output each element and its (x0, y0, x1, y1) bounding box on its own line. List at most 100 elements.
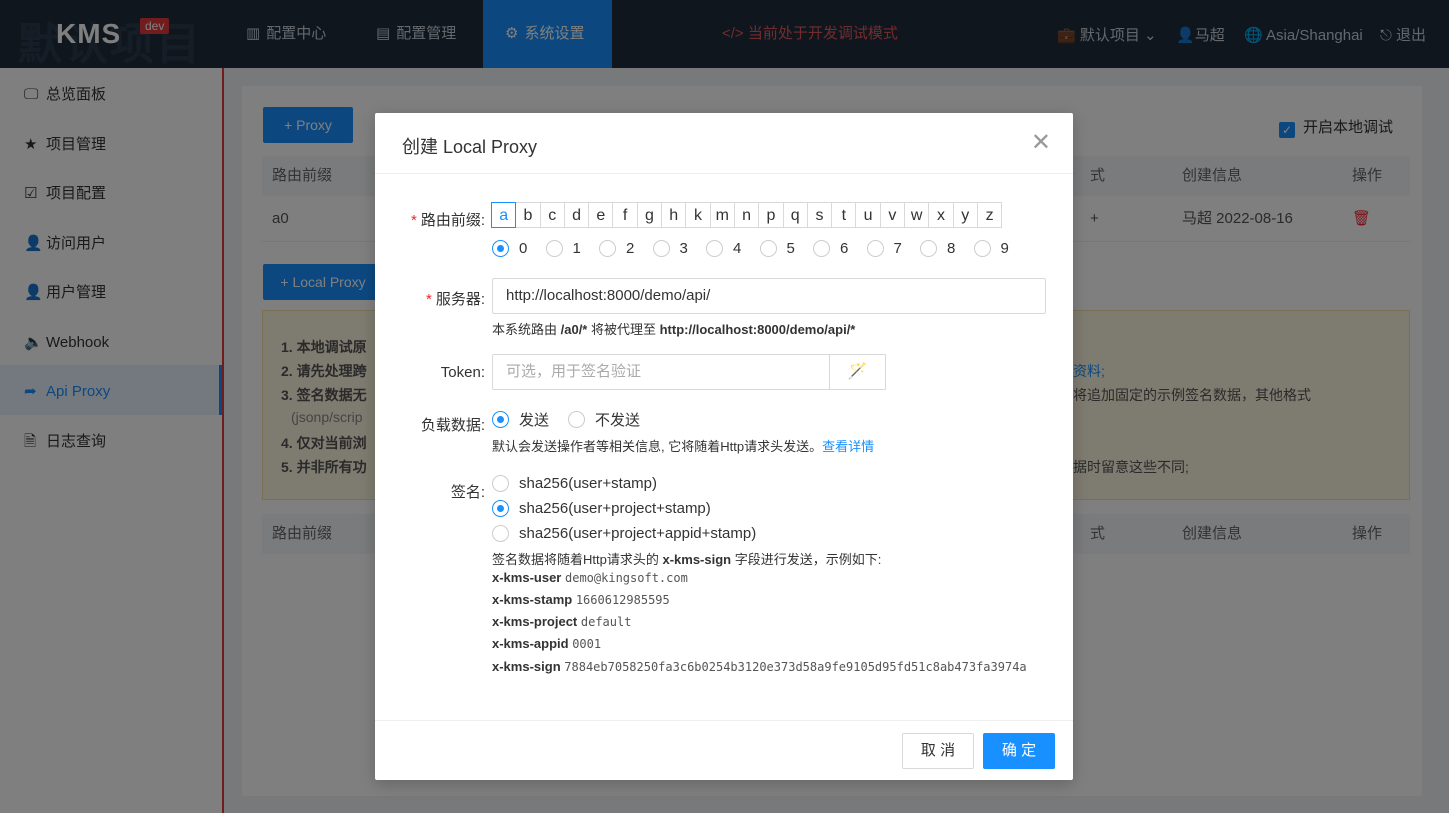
label-text: 路由前缀: (420, 212, 485, 229)
prefix-digit-radio[interactable]: 0 (492, 240, 546, 257)
header-key: x-kms-stamp (492, 592, 573, 607)
server-hint: 本系统路由 /a0/* 将被代理至 http://localhost:8000/… (492, 319, 855, 338)
prefix-letter-option[interactable]: u (855, 202, 881, 228)
prefix-digit-radio[interactable]: 6 (813, 240, 867, 257)
hint-text: 本系统路由 (492, 322, 561, 337)
radio-icon (652, 240, 670, 257)
prefix-letter-option[interactable]: c (539, 202, 565, 228)
close-icon[interactable]: ✕ (1031, 131, 1051, 155)
header-key: x-kms-project (492, 614, 578, 629)
radio-label: 1 (572, 240, 581, 257)
prefix-letter-option[interactable]: t (831, 202, 857, 228)
prefix-letter-option[interactable]: a (491, 202, 517, 228)
payload-hint: 默认会发送操作者等相关信息, 它将随着Http请求头发送。查看详情 (492, 436, 874, 455)
radio-label: 8 (947, 240, 956, 257)
server-input[interactable]: http://localhost:8000/demo/api/ (492, 278, 1046, 314)
prefix-letter-option[interactable]: e (588, 202, 614, 228)
radio-label: sha256(user+project+appid+stamp) (519, 525, 757, 542)
server-label: * 服务器: (425, 291, 485, 308)
radio-label: 0 (519, 240, 528, 257)
prefix-letter-option[interactable]: p (758, 202, 784, 228)
prefix-letter-option[interactable]: g (636, 202, 663, 228)
token-input[interactable]: 可选，用于签名验证 (492, 354, 830, 390)
prefix-letter-option[interactable]: k (685, 202, 711, 228)
token-label: Token: (440, 364, 485, 381)
prefix-letter-option[interactable]: z (976, 202, 1003, 228)
dialog-title: 创建 Local Proxy (402, 137, 538, 157)
radio-label: 2 (626, 240, 635, 257)
prefix-digit-radio[interactable]: 9 (973, 240, 1028, 257)
prefix-digit-radio[interactable]: 2 (599, 240, 653, 257)
radio-label: sha256(user+stamp) (519, 475, 657, 492)
prefix-letter-option[interactable]: b (515, 202, 541, 228)
radio-icon (568, 411, 585, 428)
header-example-project: x-kms-project default (492, 614, 631, 629)
header-key: x-kms-appid (492, 636, 569, 651)
radio-label: 5 (786, 240, 795, 257)
header-key: x-kms-sign (492, 659, 561, 674)
details-link[interactable]: 查看详情 (822, 439, 874, 454)
hint-text: 默认会发送操作者等相关信息, 它将随着Http请求头发送。 (492, 439, 823, 454)
radio-icon (706, 240, 723, 257)
payload-nosend-radio[interactable]: 不发送 (568, 409, 640, 430)
prefix-letter-option[interactable]: d (563, 202, 590, 228)
header-value: 1660612985595 (575, 593, 670, 607)
divider (375, 720, 1073, 721)
radio-icon (492, 475, 509, 492)
label-text: 服务器: (435, 291, 485, 308)
header-example-user: x-kms-user demo@kingsoft.com (492, 570, 688, 585)
radio-label: 9 (1000, 240, 1009, 257)
hint-text: 字段进行发送，示例如下: (731, 552, 882, 567)
prefix-letter-option[interactable]: s (806, 202, 833, 228)
confirm-button[interactable]: 确 定 (983, 733, 1055, 769)
hint-field: x-kms-sign (662, 552, 732, 567)
radio-label: 发送 (519, 412, 550, 429)
cancel-button[interactable]: 取 消 (902, 733, 974, 769)
prefix-digit-radio[interactable]: 5 (759, 240, 814, 257)
radio-label: 3 (679, 240, 688, 257)
radio-icon (492, 500, 509, 517)
hint-route: /a0/* (560, 322, 588, 337)
prefix-letter-option[interactable]: q (782, 202, 808, 228)
prefix-digit-radio[interactable]: 3 (652, 240, 707, 257)
sign-option-3[interactable]: sha256(user+project+appid+stamp) (492, 525, 756, 542)
prefix-letter-option[interactable]: w (904, 202, 930, 228)
prefix-letter-option[interactable]: v (879, 202, 906, 228)
prefix-letter-option[interactable]: y (952, 202, 978, 228)
hint-text: 将被代理至 (587, 322, 660, 337)
create-local-proxy-dialog: 创建 Local Proxy ✕ * 路由前缀: abcdefghkmnpqstu… (375, 113, 1073, 780)
radio-icon (545, 240, 563, 257)
radio-icon (973, 240, 991, 257)
sign-option-1[interactable]: sha256(user+stamp) (492, 475, 657, 492)
sign-option-2[interactable]: sha256(user+project+stamp) (492, 500, 711, 517)
prefix-letter-option[interactable]: x (928, 202, 954, 228)
prefix-digit-radio[interactable]: 7 (866, 240, 921, 257)
prefix-digit-radio[interactable]: 4 (706, 240, 760, 257)
radio-label: sha256(user+project+stamp) (519, 500, 711, 517)
divider (375, 173, 1073, 174)
header-value: demo@kingsoft.com (565, 571, 688, 585)
prefix-label: * 路由前缀: (410, 212, 485, 229)
prefix-digit-radio[interactable]: 8 (920, 240, 974, 257)
header-example-appid: x-kms-appid 0001 (492, 636, 601, 651)
prefix-letter-option[interactable]: m (709, 202, 735, 228)
magic-wand-icon[interactable]: 🪄 (829, 354, 886, 390)
radio-label: 4 (733, 240, 742, 257)
radio-icon (599, 240, 616, 257)
radio-icon (813, 240, 830, 257)
prefix-digit-radio[interactable]: 1 (545, 240, 600, 257)
radio-label: 6 (840, 240, 849, 257)
header-value: 0001 (572, 637, 602, 651)
prefix-letter-option[interactable]: f (612, 202, 638, 228)
prefix-letter-option[interactable]: n (733, 202, 760, 228)
header-key: x-kms-user (492, 570, 562, 585)
header-example-stamp: x-kms-stamp 1660612985595 (492, 592, 670, 607)
hint-target: http://localhost:8000/demo/api/* (659, 322, 856, 337)
payload-send-radio[interactable]: 发送 (492, 409, 549, 430)
hint-text: 签名数据将随着Http请求头的 (492, 552, 663, 567)
radio-icon (759, 240, 777, 257)
payload-label: 负载数据: (420, 417, 485, 434)
prefix-digit-group: 0 1 2 3 4 5 6 7 8 9 (492, 240, 1027, 257)
header-value: default (580, 615, 632, 629)
prefix-letter-option[interactable]: h (661, 202, 687, 228)
